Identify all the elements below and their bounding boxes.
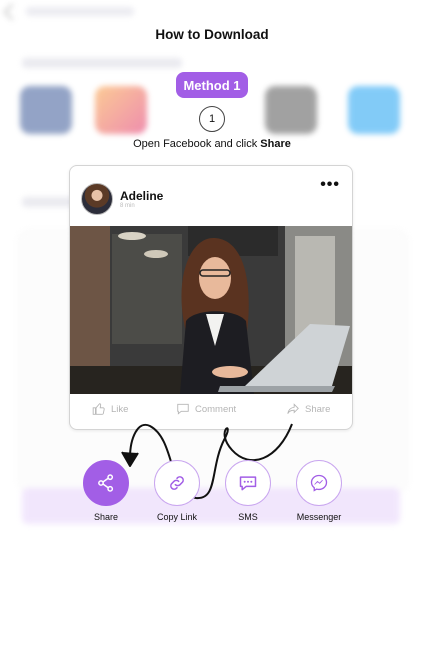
more-options-icon[interactable]: ••• (320, 176, 340, 194)
background-facebook-tile (20, 86, 72, 134)
messenger-button[interactable] (296, 460, 342, 506)
instruction-bold: Share (260, 138, 291, 150)
background-app-tile (265, 86, 317, 134)
like-button[interactable]: Like (92, 402, 128, 416)
background-header (26, 7, 134, 16)
post-actions: Like Comment Share (70, 402, 352, 422)
messenger-label: Messenger (296, 512, 342, 522)
post-time: 8 min (120, 203, 135, 209)
post-user-name: Adeline (120, 189, 164, 203)
share-option-button[interactable] (83, 460, 129, 506)
link-icon (170, 476, 184, 490)
avatar (81, 183, 113, 215)
background-twitter-tile (348, 86, 400, 134)
sms-label: SMS (238, 512, 258, 522)
step-number: 1 (199, 106, 225, 132)
comment-label: Comment (195, 403, 237, 415)
facebook-post-card: Adeline 8 min ••• Like Comment Share (69, 165, 353, 430)
share-icon (98, 474, 114, 492)
comment-button[interactable]: Comment (176, 402, 236, 416)
like-label: Like (111, 403, 129, 415)
page-title: How to Download (155, 27, 269, 42)
copy-link-label: Copy Link (156, 512, 198, 522)
comment-icon (177, 403, 189, 415)
background-instagram-tile (95, 86, 147, 134)
background-section-title (22, 58, 182, 68)
share-arrow-icon (287, 403, 299, 414)
method-badge: Method 1 (176, 72, 248, 98)
instruction-prefix: Open Facebook and click (133, 138, 261, 150)
back-icon (3, 3, 21, 21)
share-action-button[interactable]: Share (286, 402, 330, 416)
sms-icon (239, 476, 257, 491)
post-photo (70, 226, 352, 394)
thumbs-up-icon (92, 403, 105, 415)
instruction-text: Open Facebook and click Share (0, 138, 424, 150)
copy-link-button[interactable] (154, 460, 200, 506)
sms-button[interactable] (225, 460, 271, 506)
share-option-label: Share (93, 512, 119, 522)
messenger-icon (310, 474, 328, 492)
share-action-label: Share (305, 403, 331, 415)
